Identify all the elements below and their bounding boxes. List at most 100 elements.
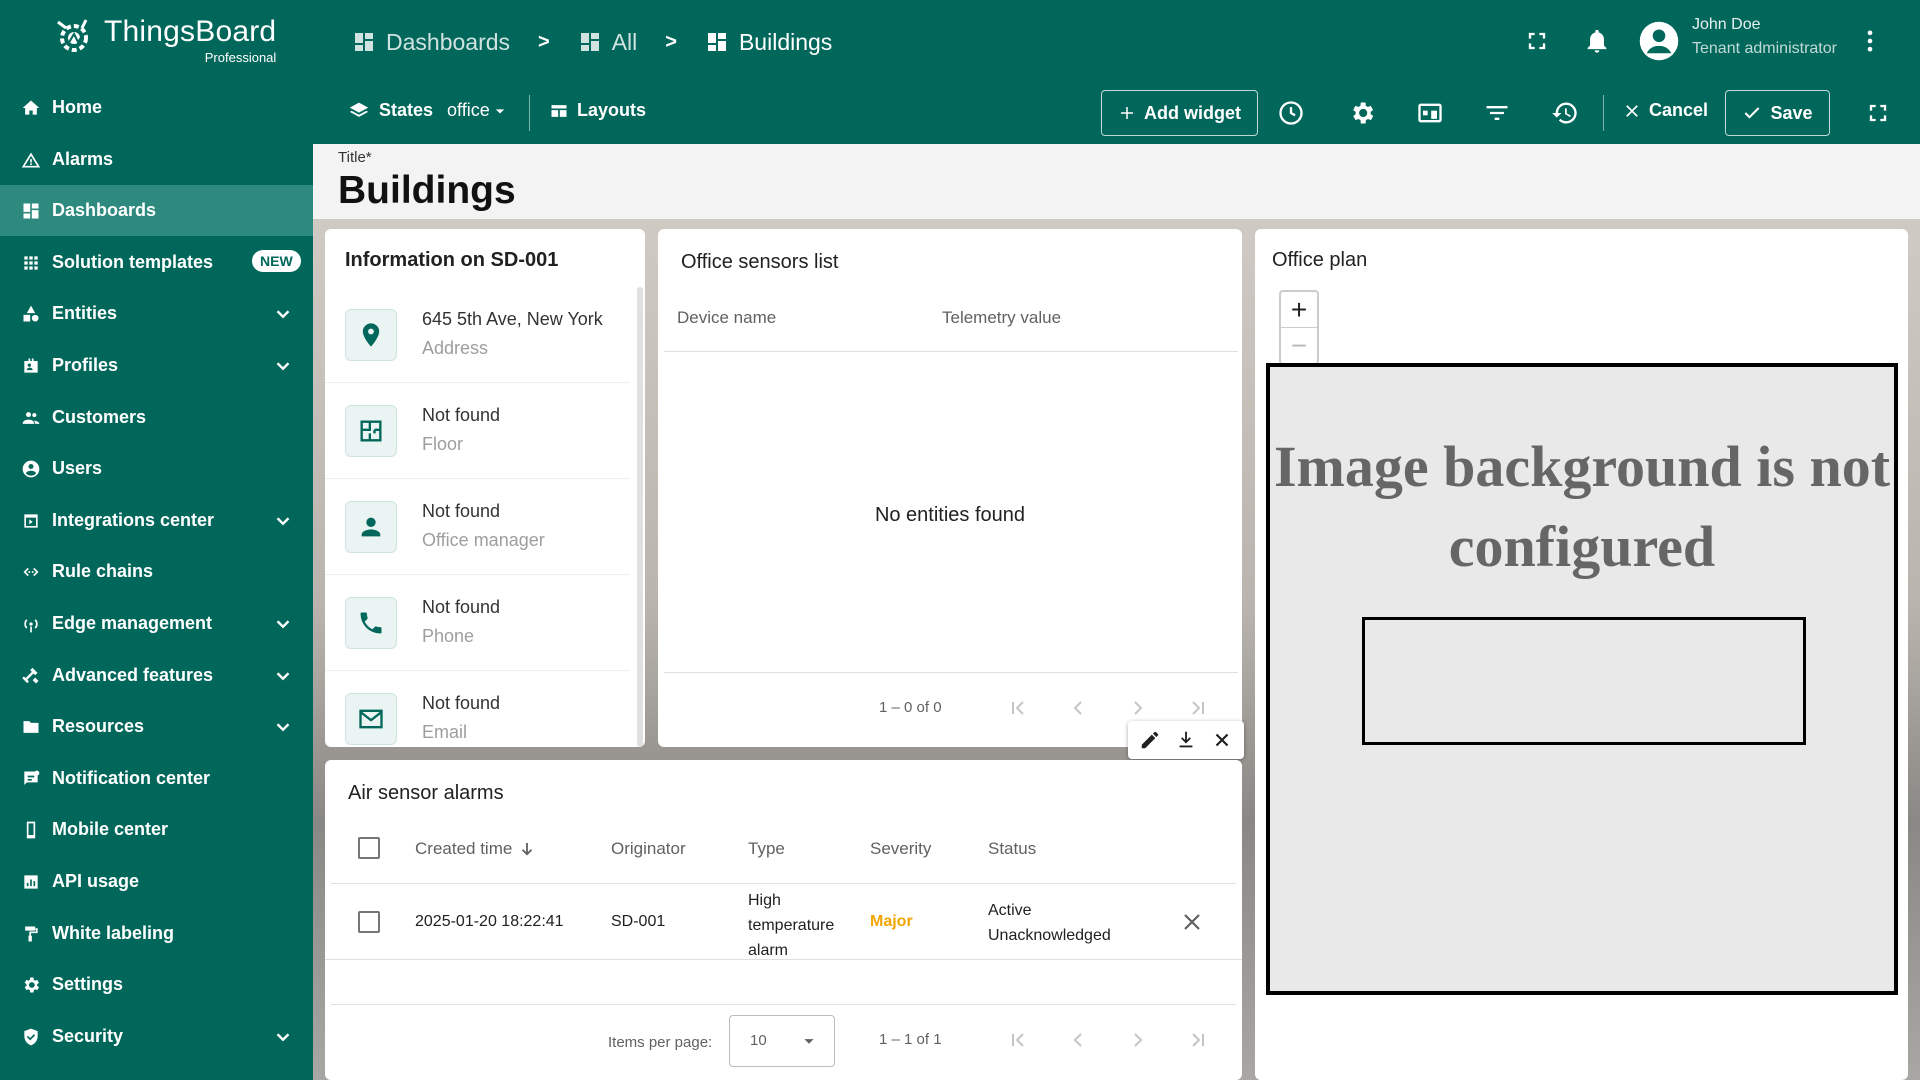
- first-page-icon[interactable]: [1006, 696, 1030, 720]
- sidebar-item-settings[interactable]: Settings: [0, 959, 313, 1010]
- sidebar-item-label: Dashboards: [52, 200, 157, 221]
- sidebar-item-white-labeling[interactable]: White labeling: [0, 908, 313, 959]
- sidebar-item-alarms[interactable]: Alarms: [0, 134, 313, 185]
- more-vert-icon[interactable]: [1856, 27, 1884, 55]
- sidebar-item-edge-management[interactable]: Edge management: [0, 598, 313, 649]
- alarms-widget[interactable]: Air sensor alarms Created time Originato…: [325, 760, 1242, 1080]
- zoom-out-button[interactable]: −: [1281, 328, 1317, 364]
- column-header-created-time[interactable]: Created time: [415, 839, 536, 859]
- sidebar-item-advanced-features[interactable]: Advanced features: [0, 650, 313, 701]
- chevron-down-icon[interactable]: [272, 665, 294, 687]
- sidebar-item-api-usage[interactable]: API usage: [0, 856, 313, 907]
- last-page-icon[interactable]: [1186, 696, 1210, 720]
- sidebar-item-label: Profiles: [52, 355, 119, 375]
- bell-icon[interactable]: [1583, 27, 1611, 55]
- avatar[interactable]: [1638, 20, 1680, 62]
- chevron-down-icon[interactable]: [272, 303, 294, 325]
- sensors-widget[interactable]: Office sensors list Device name Telemetr…: [658, 229, 1242, 747]
- image-map[interactable]: Image background is not configured: [1266, 363, 1898, 995]
- integrations-icon: [24, 514, 38, 528]
- column-header-originator[interactable]: Originator: [611, 839, 686, 859]
- prev-page-icon[interactable]: [1066, 1028, 1090, 1052]
- alarm-severity: Major: [870, 913, 913, 930]
- column-header-device-name[interactable]: Device name: [677, 308, 776, 328]
- clear-alarm-icon[interactable]: [1180, 910, 1204, 934]
- info-label: Email: [422, 722, 468, 742]
- home-icon: [22, 100, 40, 115]
- app-logo[interactable]: ThingsBoard Professional: [52, 14, 276, 65]
- sidebar-item-users[interactable]: Users: [0, 443, 313, 494]
- states-label: States: [379, 100, 434, 120]
- sidebar-item-resources[interactable]: Resources: [0, 701, 313, 752]
- chevron-down-icon[interactable]: [272, 613, 294, 635]
- clock-icon[interactable]: [1277, 99, 1305, 127]
- table-row[interactable]: 2025-01-20 18:22:41 SD-001 High temperat…: [325, 884, 1242, 960]
- sidebar-item-label: Users: [52, 458, 103, 479]
- column-header-status[interactable]: Status: [988, 839, 1036, 859]
- chevron-down-icon[interactable]: [272, 510, 294, 532]
- items-per-page-select[interactable]: 10: [729, 1015, 835, 1067]
- states-select[interactable]: States office: [349, 100, 510, 121]
- chevron-down-icon[interactable]: [272, 716, 294, 738]
- sidebar-item-label: Solution templates: [52, 251, 214, 272]
- sidebar-item-profiles[interactable]: Profiles: [0, 340, 313, 391]
- pagination-range: 1 – 1 of 1: [879, 1031, 942, 1048]
- info-widget[interactable]: Information on SD-001 645 5th Ave, New Y…: [325, 229, 645, 747]
- breadcrumb-dashboards[interactable]: Dashboards: [352, 29, 510, 56]
- last-page-icon[interactable]: [1186, 1028, 1210, 1052]
- sidebar-item-home[interactable]: Home: [0, 82, 313, 133]
- select-all-checkbox[interactable]: [358, 837, 380, 859]
- sidebar-item-solution-templates[interactable]: Solution templates NEW: [0, 237, 313, 288]
- title-field[interactable]: Title* Buildings: [313, 144, 1920, 219]
- first-page-icon[interactable]: [1006, 1028, 1030, 1052]
- sidebar-item-entities[interactable]: Entities: [0, 288, 313, 339]
- sidebar-item-security[interactable]: Security: [0, 1011, 313, 1062]
- chevron-down-icon[interactable]: [272, 355, 294, 377]
- row-checkbox[interactable]: [358, 911, 380, 933]
- info-label: Address: [422, 338, 489, 358]
- close-icon[interactable]: [1211, 729, 1233, 751]
- fullscreen-icon[interactable]: [1864, 99, 1892, 127]
- gear-icon[interactable]: [1348, 99, 1376, 127]
- download-icon[interactable]: [1175, 729, 1197, 751]
- user-info[interactable]: John Doe Tenant administrator: [1692, 16, 1837, 58]
- layouts-icon: [551, 104, 567, 117]
- sidebar-item-mobile-center[interactable]: Mobile center: [0, 804, 313, 855]
- cancel-button[interactable]: Cancel: [1623, 100, 1708, 121]
- header-divider: [664, 351, 1238, 352]
- fullscreen-icon[interactable]: [1523, 27, 1551, 55]
- next-page-icon[interactable]: [1126, 696, 1150, 720]
- chevron-down-icon[interactable]: [272, 1026, 294, 1048]
- edit-icon[interactable]: [1139, 729, 1161, 751]
- column-header-type[interactable]: Type: [748, 839, 785, 859]
- breadcrumb-all[interactable]: All: [578, 29, 637, 56]
- title-input[interactable]: Buildings: [338, 169, 516, 213]
- scrollbar[interactable]: [637, 287, 643, 747]
- pagination-range: 1 – 0 of 0: [879, 699, 942, 716]
- info-row-address: 645 5th Ave, New York Address: [325, 287, 630, 383]
- sidebar-item-label: Mobile center: [52, 819, 169, 840]
- widget-title: Information on SD-001: [345, 249, 559, 271]
- column-header-severity[interactable]: Severity: [870, 839, 931, 859]
- zoom-in-button[interactable]: +: [1281, 292, 1317, 328]
- sidebar-item-rule-chains[interactable]: Rule chains: [0, 546, 313, 597]
- prev-page-icon[interactable]: [1066, 696, 1090, 720]
- filter-icon[interactable]: [1483, 99, 1511, 127]
- devices-icon[interactable]: [1416, 99, 1444, 127]
- sidebar-item-label: Resources: [52, 716, 145, 737]
- history-icon[interactable]: [1551, 99, 1579, 127]
- add-widget-button[interactable]: Add widget: [1101, 90, 1258, 136]
- column-header-telemetry-value[interactable]: Telemetry value: [942, 308, 1061, 328]
- sidebar-item-notification-center[interactable]: Notification center: [0, 753, 313, 804]
- thingsboard-logo-icon: [57, 19, 88, 52]
- layouts-button[interactable]: Layouts: [549, 100, 646, 121]
- save-button[interactable]: Save: [1725, 90, 1830, 136]
- sidebar-item-dashboards[interactable]: Dashboards: [0, 185, 313, 237]
- info-icon-tile: [345, 693, 397, 745]
- customers-icon: [22, 411, 40, 424]
- dashboard-icon: [23, 203, 39, 219]
- sidebar-item-customers[interactable]: Customers: [0, 392, 313, 443]
- info-label: Floor: [422, 434, 464, 454]
- next-page-icon[interactable]: [1126, 1028, 1150, 1052]
- sidebar-item-integrations-center[interactable]: Integrations center: [0, 495, 313, 546]
